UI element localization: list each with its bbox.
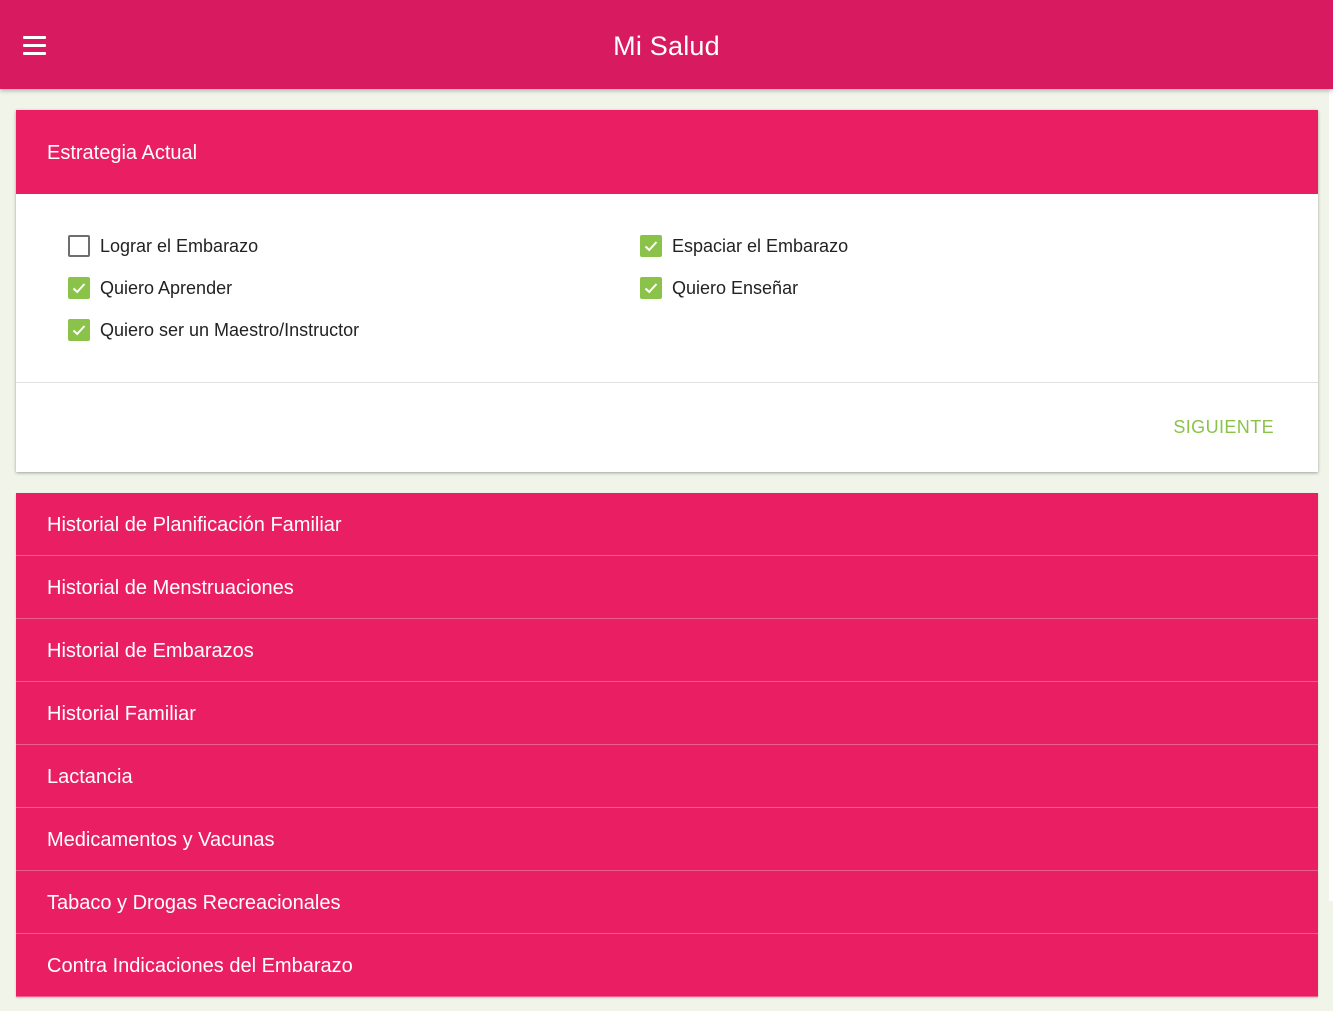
- option-quiero-aprender[interactable]: Quiero Aprender: [68, 276, 232, 300]
- checkbox-checked[interactable]: [640, 277, 662, 299]
- sections-accordion: Historial de Planificación Familiar Hist…: [16, 493, 1318, 997]
- option-label: Lograr el Embarazo: [100, 235, 259, 256]
- strategy-card: Estrategia Actual Lograr el Embarazo Esp…: [16, 110, 1318, 472]
- section-historial-familiar[interactable]: Historial Familiar: [16, 682, 1318, 745]
- app-title: Mi Salud: [613, 31, 720, 61]
- option-label: Quiero Enseñar: [672, 277, 799, 298]
- section-lactancia[interactable]: Lactancia: [16, 745, 1318, 808]
- option-label: Espaciar el Embarazo: [672, 235, 849, 256]
- checkbox-checked[interactable]: [68, 277, 90, 299]
- section-tabaco-drogas[interactable]: Tabaco y Drogas Recreacionales: [16, 871, 1318, 934]
- checkmark-icon: [643, 238, 659, 254]
- option-quiero-ser-maestro[interactable]: Quiero ser un Maestro/Instructor: [68, 318, 359, 342]
- section-historial-planificacion[interactable]: Historial de Planificación Familiar: [16, 493, 1318, 556]
- scrollbar[interactable]: [1329, 89, 1333, 901]
- checkbox-checked[interactable]: [68, 319, 90, 341]
- section-contra-indicaciones[interactable]: Contra Indicaciones del Embarazo: [16, 934, 1318, 997]
- app-bar: Mi Salud: [0, 0, 1333, 89]
- option-espaciar-embarazo[interactable]: Espaciar el Embarazo: [640, 234, 848, 258]
- card-actions: SIGUIENTE: [16, 383, 1318, 472]
- checkmark-icon: [643, 280, 659, 296]
- option-label: Quiero ser un Maestro/Instructor: [100, 319, 360, 340]
- option-lograr-embarazo[interactable]: Lograr el Embarazo: [68, 234, 258, 258]
- checkmark-icon: [71, 322, 87, 338]
- option-quiero-ensenar[interactable]: Quiero Enseñar: [640, 276, 798, 300]
- strategy-card-header: Estrategia Actual: [16, 110, 1318, 194]
- section-historial-embarazos[interactable]: Historial de Embarazos: [16, 619, 1318, 682]
- section-historial-menstruaciones[interactable]: Historial de Menstruaciones: [16, 556, 1318, 619]
- checkmark-icon: [71, 280, 87, 296]
- next-button[interactable]: SIGUIENTE: [1173, 417, 1274, 438]
- checkbox-unchecked[interactable]: [68, 235, 90, 257]
- checkbox-checked[interactable]: [640, 235, 662, 257]
- option-label: Quiero Aprender: [100, 277, 233, 298]
- section-medicamentos-vacunas[interactable]: Medicamentos y Vacunas: [16, 808, 1318, 871]
- strategy-options: Lograr el Embarazo Espaciar el Embarazo …: [16, 194, 1318, 383]
